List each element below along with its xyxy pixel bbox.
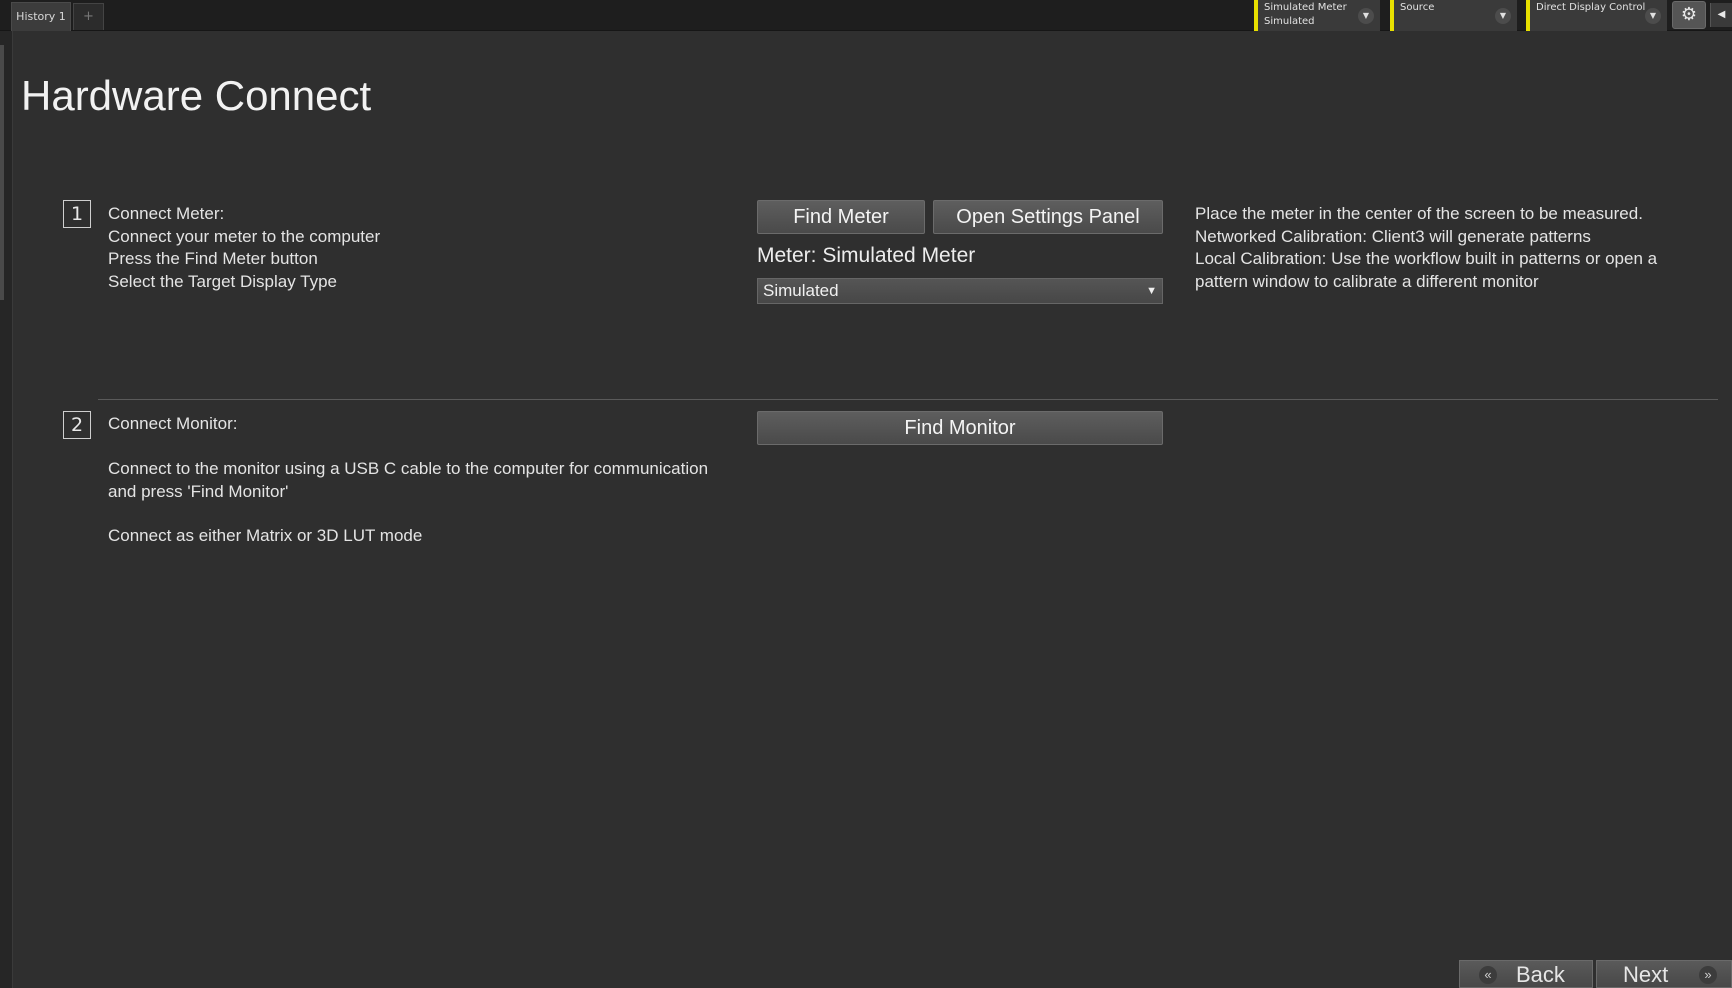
meter-dropdown-value: Simulated (1264, 16, 1315, 27)
chevron-down-icon: ▼ (1495, 8, 1511, 24)
next-button[interactable]: Next » (1596, 960, 1732, 988)
find-monitor-button[interactable]: Find Monitor (757, 411, 1163, 445)
help-line: pattern window to calibrate a different … (1195, 271, 1539, 291)
tab-history-1[interactable]: History 1 (11, 2, 71, 31)
back-button[interactable]: « Back (1459, 960, 1593, 988)
help-line: Local Calibration: Use the workflow buil… (1195, 249, 1658, 268)
step-1-instructions: Connect Meter: Connect your meter to the… (108, 203, 380, 293)
display-type-value: Simulated (763, 281, 839, 300)
help-line: Networked Calibration: Client3 will gene… (1195, 226, 1591, 246)
scrollbar-thumb[interactable] (0, 45, 4, 300)
step-1-number: 1 (63, 200, 91, 228)
collapse-panel-icon[interactable]: ◀ (1710, 3, 1732, 27)
source-dropdown[interactable]: Source ▼ (1390, 0, 1517, 31)
top-bar: History 1 + Simulated Meter Simulated ▼ … (0, 0, 1732, 31)
double-chevron-left-icon: « (1479, 966, 1497, 984)
step-1-heading: Connect Meter: (108, 204, 225, 223)
chevron-down-icon: ▼ (1645, 8, 1661, 24)
add-tab-button[interactable]: + (73, 3, 104, 30)
section-divider (98, 399, 1718, 400)
display-control-dropdown[interactable]: Direct Display Control ▼ (1526, 0, 1667, 31)
open-settings-panel-button[interactable]: Open Settings Panel (933, 200, 1163, 234)
chevron-down-icon: ▼ (1358, 8, 1374, 24)
step-1-help-text: Place the meter in the center of the scr… (1195, 203, 1657, 293)
display-type-select[interactable]: Simulated ▼ (757, 278, 1163, 304)
chevron-down-icon: ▼ (1146, 285, 1157, 297)
left-panel-edge (0, 31, 13, 988)
display-control-dropdown-label: Direct Display Control (1536, 2, 1646, 13)
meter-status-label: Meter: Simulated Meter (757, 244, 976, 267)
step-2-line: Connect to the monitor using a USB C cab… (108, 459, 709, 478)
gear-icon[interactable]: ⚙ (1672, 1, 1706, 29)
step-2-heading: Connect Monitor: (108, 414, 238, 433)
help-line: Place the meter in the center of the scr… (1195, 204, 1643, 223)
step-2-description: Connect to the monitor using a USB C cab… (108, 458, 708, 503)
double-chevron-right-icon: » (1699, 966, 1717, 984)
meter-dropdown[interactable]: Simulated Meter Simulated ▼ (1254, 0, 1380, 31)
step-1-line: Select the Target Display Type (108, 271, 338, 291)
source-dropdown-label: Source (1400, 2, 1435, 13)
back-label: Back (1516, 962, 1565, 987)
next-label: Next (1623, 962, 1669, 987)
page-title: Hardware Connect (21, 72, 372, 119)
step-2-number: 2 (63, 411, 91, 439)
find-meter-button[interactable]: Find Meter (757, 200, 925, 234)
step-1-line: Connect your meter to the computer (108, 226, 381, 246)
step-2-line: and press 'Find Monitor' (108, 481, 289, 501)
step-2-note: Connect as either Matrix or 3D LUT mode (108, 526, 423, 545)
step-1-line: Press the Find Meter button (108, 249, 318, 268)
meter-dropdown-label: Simulated Meter (1264, 2, 1347, 13)
